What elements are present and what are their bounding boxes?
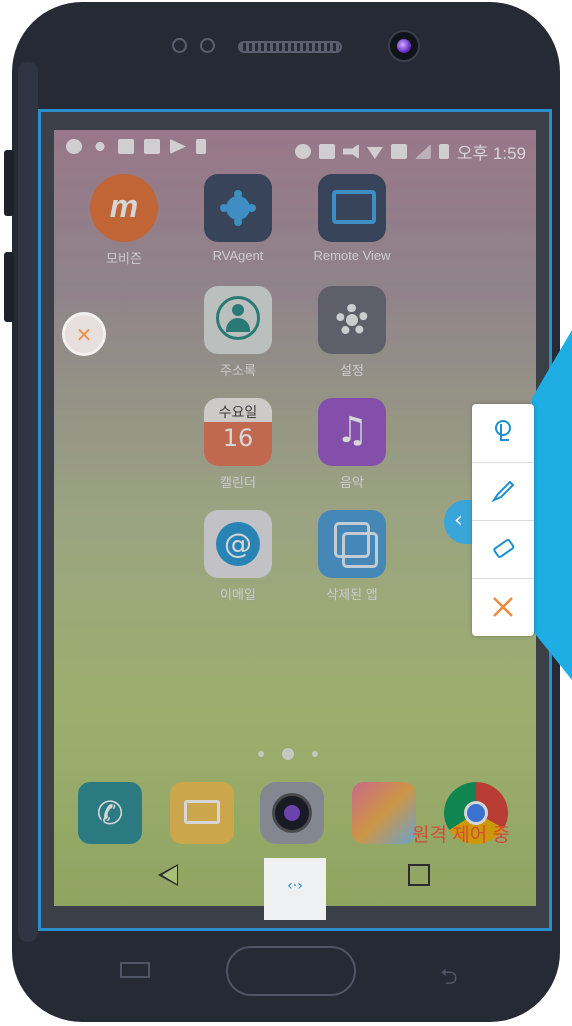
eraser-icon — [493, 538, 515, 558]
light-sensor — [200, 38, 215, 53]
bluetooth-icon — [294, 144, 311, 159]
close-icon — [493, 597, 513, 617]
chat-notification-icon — [66, 139, 82, 154]
usb-icon — [196, 139, 206, 154]
app-label: Remote View — [313, 248, 391, 263]
wifi-icon — [366, 147, 383, 159]
battery-icon — [438, 144, 449, 159]
gallery-icon[interactable] — [352, 782, 416, 844]
app-label: 모비즌 — [106, 251, 142, 266]
image-notification-icon — [118, 139, 134, 154]
app-calendar[interactable]: 수요일 16 캘린더 — [188, 398, 288, 491]
app-rvagent[interactable]: RVAgent — [188, 174, 288, 263]
app-deleted-apps[interactable]: 삭제된 앱 — [302, 510, 402, 603]
status-time: 오후 1:59 — [456, 144, 526, 163]
play-store-icon — [170, 139, 186, 154]
settings-icon — [318, 286, 386, 354]
close-toolbar-button[interactable] — [472, 578, 534, 636]
nfc-icon — [318, 144, 335, 159]
deleted-apps-icon — [318, 510, 386, 578]
app-contacts[interactable]: 주소록 — [188, 286, 288, 379]
phone-icon[interactable]: ✆ — [78, 782, 142, 844]
calendar-icon: 수요일 16 — [204, 398, 272, 466]
phone-edge — [18, 62, 38, 942]
calendar-day: 16 — [222, 424, 254, 452]
drawing-toolbar — [472, 404, 534, 636]
app-settings[interactable]: 설정 — [302, 286, 402, 379]
page-dot — [258, 751, 264, 757]
app-email[interactable]: @ 이메일 — [188, 510, 288, 603]
app-mobizen[interactable]: m 모비즌 — [74, 174, 174, 267]
app-label: RVAgent — [212, 248, 264, 263]
mobizen-icon: m — [90, 174, 158, 242]
data-icon — [390, 144, 407, 159]
page-dot — [312, 751, 318, 757]
signal-icon — [414, 144, 431, 159]
pen-tool-button[interactable] — [472, 462, 534, 521]
drawing-panel-tab — [532, 330, 572, 680]
app-label: 주소록 — [220, 363, 256, 378]
remote-toggle-button[interactable]: ‹·› — [264, 858, 326, 920]
earpiece-speaker — [238, 41, 342, 53]
touch-pointer-icon — [495, 420, 511, 441]
camera-icon[interactable] — [260, 782, 324, 844]
email-icon: @ — [204, 510, 272, 578]
app-label: 음악 — [340, 475, 364, 490]
calendar-weekday: 수요일 — [218, 405, 258, 421]
contacts-icon — [204, 286, 272, 354]
remote-toggle-icon: ‹·› — [287, 878, 303, 894]
page-indicator — [258, 748, 318, 760]
touch-pointer-button[interactable] — [472, 404, 534, 463]
brightness-icon — [92, 139, 108, 154]
volume-up-button — [4, 150, 14, 216]
messages-icon[interactable] — [170, 782, 234, 844]
music-icon: ♫ — [318, 398, 386, 466]
proximity-sensor — [172, 38, 187, 53]
rvagent-icon — [204, 174, 272, 242]
home-button — [226, 946, 356, 996]
status-bar: 오후 1:59 — [54, 130, 536, 166]
eraser-tool-button[interactable] — [472, 520, 534, 579]
app-music[interactable]: ♫ 음악 — [302, 398, 402, 491]
app-label: 설정 — [340, 363, 364, 378]
close-icon: × — [75, 322, 93, 346]
app-label: 캘린더 — [220, 475, 256, 490]
pen-icon — [491, 480, 515, 503]
floating-close-button[interactable]: × — [62, 312, 106, 356]
back-hw-icon: ⮌ — [440, 965, 458, 990]
app-remote-view[interactable]: Remote View — [302, 174, 402, 263]
mute-icon — [342, 144, 359, 159]
app-label: 이메일 — [220, 587, 256, 602]
remote-control-status: 원격 제어 중 — [412, 825, 510, 846]
front-camera — [388, 30, 420, 62]
page-dot-active — [282, 748, 294, 760]
recents-icon[interactable] — [408, 864, 430, 886]
app-label: 삭제된 앱 — [326, 587, 378, 602]
back-icon-inner — [162, 866, 177, 884]
recents-hw-icon — [120, 962, 150, 978]
volume-down-button — [4, 252, 14, 322]
gallery-notification-icon — [144, 139, 160, 154]
remote-view-icon — [318, 174, 386, 242]
